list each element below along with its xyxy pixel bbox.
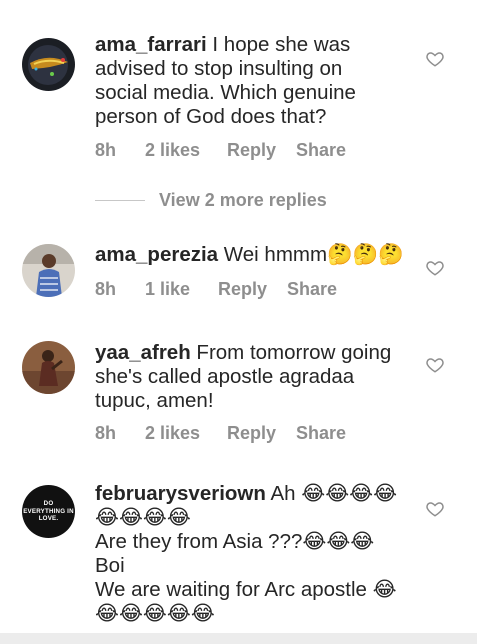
likes-count[interactable]: 2 likes xyxy=(145,140,200,161)
share-button[interactable]: Share xyxy=(296,140,346,161)
comment-text-yaa-afreh: yaa_afreh From tomorrow going she's call… xyxy=(95,341,392,412)
view-replies-label[interactable]: View 2 more replies xyxy=(159,190,327,211)
heart-outline-icon[interactable] xyxy=(426,356,444,374)
avatar-logo-text: DO EVERYTHING IN LOVE. xyxy=(23,500,74,522)
avatar-yaa-afreh[interactable] xyxy=(22,341,75,394)
username-yaa-afreh[interactable]: yaa_afreh xyxy=(95,341,191,364)
heart-outline-icon[interactable] xyxy=(426,500,444,518)
avatar-ama-farrari[interactable] xyxy=(22,38,75,91)
comment-text-februarysveriown: februarysveriown Ah 😂😂😂😂 😂😂😂😂 Are they f… xyxy=(95,482,398,625)
heart-outline-icon[interactable] xyxy=(426,259,444,277)
reply-button[interactable]: Reply xyxy=(218,279,267,300)
reply-button[interactable]: Reply xyxy=(227,423,276,444)
username-ama-perezia[interactable]: ama_perezia xyxy=(95,243,218,266)
comment-time: 8h xyxy=(95,423,117,443)
comment-text-ama-farrari: ama_farrari I hope she was advised to st… xyxy=(95,33,356,128)
replies-divider xyxy=(95,200,145,201)
share-button[interactable]: Share xyxy=(296,423,346,444)
comment-text-ama-perezia: ama_perezia Wei hmmm🤔🤔🤔 xyxy=(95,243,404,266)
comment-time: 8h xyxy=(95,279,117,299)
heart-outline-icon[interactable] xyxy=(426,50,444,68)
reply-button[interactable]: Reply xyxy=(227,140,276,161)
bottom-strip xyxy=(0,633,477,644)
likes-count[interactable]: 2 likes xyxy=(145,423,200,444)
share-button[interactable]: Share xyxy=(287,279,337,300)
likes-count[interactable]: 1 like xyxy=(145,279,190,300)
avatar-ama-perezia[interactable] xyxy=(22,244,75,297)
username-ama-farrari[interactable]: ama_farrari xyxy=(95,33,207,56)
username-februarysveriown[interactable]: februarysveriown xyxy=(95,482,266,505)
comment-time: 8h xyxy=(95,140,117,160)
avatar-februarysveriown[interactable]: DO EVERYTHING IN LOVE. xyxy=(22,485,75,538)
